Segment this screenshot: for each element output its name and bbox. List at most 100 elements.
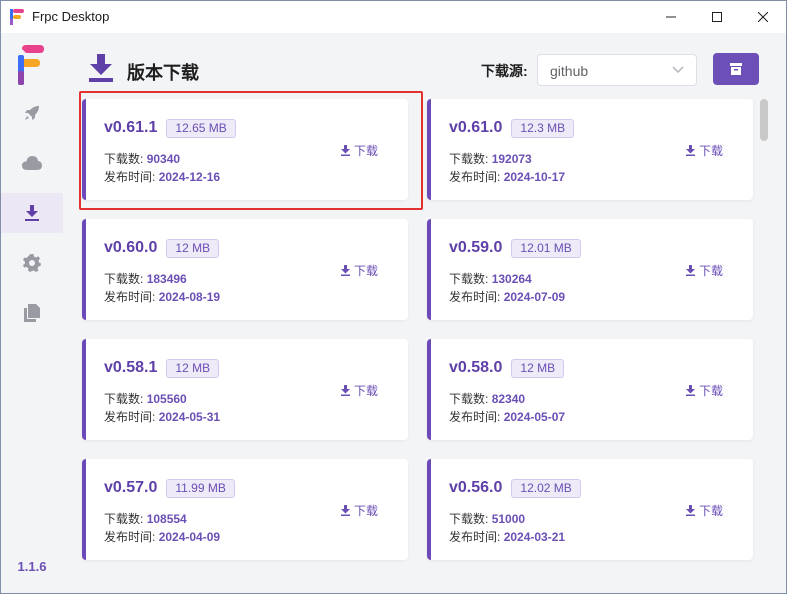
download-button[interactable]: 下载 (686, 142, 723, 159)
publish-date: 发布时间: 2024-08-19 (104, 288, 220, 305)
publish-date-value: 2024-05-31 (158, 410, 221, 424)
source-select-value: github (550, 63, 589, 79)
window-title: Frpc Desktop (32, 9, 110, 24)
release-size-badge: 12 MB (166, 239, 220, 258)
download-count-value: 108554 (146, 512, 187, 526)
publish-date-value: 2024-10-17 (503, 170, 566, 184)
sidebar-item-proxy[interactable] (1, 93, 63, 133)
download-count-value: 82340 (491, 392, 526, 406)
publish-date-value: 2024-04-09 (158, 530, 221, 544)
download-icon (686, 265, 695, 276)
download-count-label: 下载数: (449, 152, 489, 166)
gear-icon (23, 254, 41, 272)
download-button[interactable]: 下载 (686, 502, 723, 519)
close-icon (758, 12, 768, 22)
archive-button[interactable] (713, 53, 759, 85)
document-icon (24, 304, 40, 322)
download-count-label: 下载数: (104, 392, 144, 406)
publish-date-value: 2024-07-09 (503, 290, 566, 304)
publish-date: 发布时间: 2024-05-07 (449, 408, 565, 425)
publish-date-label: 发布时间: (104, 530, 156, 544)
release-size-badge: 12.02 MB (511, 479, 581, 498)
download-count-value: 105560 (146, 392, 187, 406)
release-size-badge: 12.3 MB (511, 119, 575, 138)
download-button-label: 下载 (699, 144, 724, 158)
publish-date-label: 发布时间: (104, 410, 156, 424)
archive-icon (730, 63, 742, 75)
download-count: 下载数: 105560 (104, 390, 187, 407)
release-version: v0.61.0 (449, 119, 503, 136)
download-icon (341, 505, 350, 516)
download-icon (686, 385, 695, 396)
selection-highlight (79, 91, 423, 210)
download-button-label: 下载 (699, 384, 724, 398)
download-button[interactable]: 下载 (341, 382, 378, 399)
publish-date-label: 发布时间: (449, 530, 501, 544)
title-bar: Frpc Desktop (1, 1, 786, 33)
publish-date-value: 2024-05-07 (503, 410, 566, 424)
download-button-label: 下载 (354, 504, 379, 518)
download-count-value: 183496 (146, 272, 187, 286)
sidebar-item-settings[interactable] (1, 243, 63, 283)
sidebar-item-download[interactable] (1, 193, 63, 233)
release-card: v0.58.1 12 MB 下载数: 105560 发布时间: 2024-05-31 下… (82, 339, 408, 440)
download-icon (686, 505, 695, 516)
release-version: v0.58.0 (449, 359, 503, 376)
download-count-label: 下载数: (449, 512, 489, 526)
download-count: 下载数: 183496 (104, 270, 187, 287)
release-version: v0.57.0 (104, 479, 158, 496)
source-select[interactable]: github (537, 54, 697, 86)
publish-date: 发布时间: 2024-10-17 (449, 168, 565, 185)
download-icon (686, 145, 695, 156)
download-button-label: 下载 (354, 384, 379, 398)
download-count-label: 下载数: (449, 392, 489, 406)
publish-date-label: 发布时间: (449, 170, 501, 184)
publish-date-label: 发布时间: (104, 290, 156, 304)
scroll-thumb[interactable] (760, 99, 768, 141)
download-button[interactable]: 下载 (686, 382, 723, 399)
download-count-label: 下载数: (449, 272, 489, 286)
app-version: 1.1.6 (17, 559, 47, 574)
app-logo-icon (10, 9, 24, 25)
download-count-value: 130264 (491, 272, 532, 286)
release-version: v0.59.0 (449, 239, 503, 256)
download-button[interactable]: 下载 (686, 262, 723, 279)
download-icon (341, 265, 350, 276)
publish-date: 发布时间: 2024-07-09 (449, 288, 565, 305)
chevron-down-icon (672, 66, 684, 73)
download-count-label: 下载数: (104, 512, 144, 526)
download-button-label: 下载 (699, 504, 724, 518)
rocket-icon (25, 106, 39, 120)
sidebar-item-server[interactable] (1, 143, 63, 183)
source-label: 下载源: (481, 63, 528, 79)
minimize-button[interactable] (648, 1, 694, 33)
page-title: 版本下载 (127, 63, 199, 83)
download-count: 下载数: 51000 (449, 510, 525, 527)
release-size-badge: 11.99 MB (166, 479, 235, 498)
release-card: v0.60.0 12 MB 下载数: 183496 发布时间: 2024-08-19 下… (82, 219, 408, 320)
maximize-button[interactable] (694, 1, 740, 33)
download-count-value: 51000 (491, 512, 526, 526)
app-window: Frpc Desktop 1.1.6 版本下载 下载源: github v0.6… (0, 0, 787, 594)
download-button[interactable]: 下载 (341, 502, 378, 519)
publish-date: 发布时间: 2024-03-21 (449, 528, 565, 545)
sidebar-item-logs[interactable] (1, 293, 63, 333)
download-button-label: 下载 (354, 264, 379, 278)
scrollbar[interactable] (760, 99, 768, 571)
release-size-badge: 12.01 MB (511, 239, 581, 258)
download-icon (341, 385, 350, 396)
release-card: v0.58.0 12 MB 下载数: 82340 发布时间: 2024-05-07 下载 (427, 339, 753, 440)
release-card: v0.61.0 12.3 MB 下载数: 192073 发布时间: 2024-10-1… (427, 99, 753, 200)
download-button-label: 下载 (699, 264, 724, 278)
maximize-icon (712, 12, 722, 22)
publish-date-value: 2024-03-21 (503, 530, 566, 544)
release-version: v0.56.0 (449, 479, 503, 496)
download-count: 下载数: 82340 (449, 390, 525, 407)
download-count-value: 192073 (491, 152, 532, 166)
close-button[interactable] (740, 1, 786, 33)
download-button[interactable]: 下载 (341, 262, 378, 279)
release-size-badge: 12 MB (166, 359, 220, 378)
download-count: 下载数: 108554 (104, 510, 187, 527)
release-version: v0.58.1 (104, 359, 158, 376)
publish-date-label: 发布时间: (449, 290, 501, 304)
